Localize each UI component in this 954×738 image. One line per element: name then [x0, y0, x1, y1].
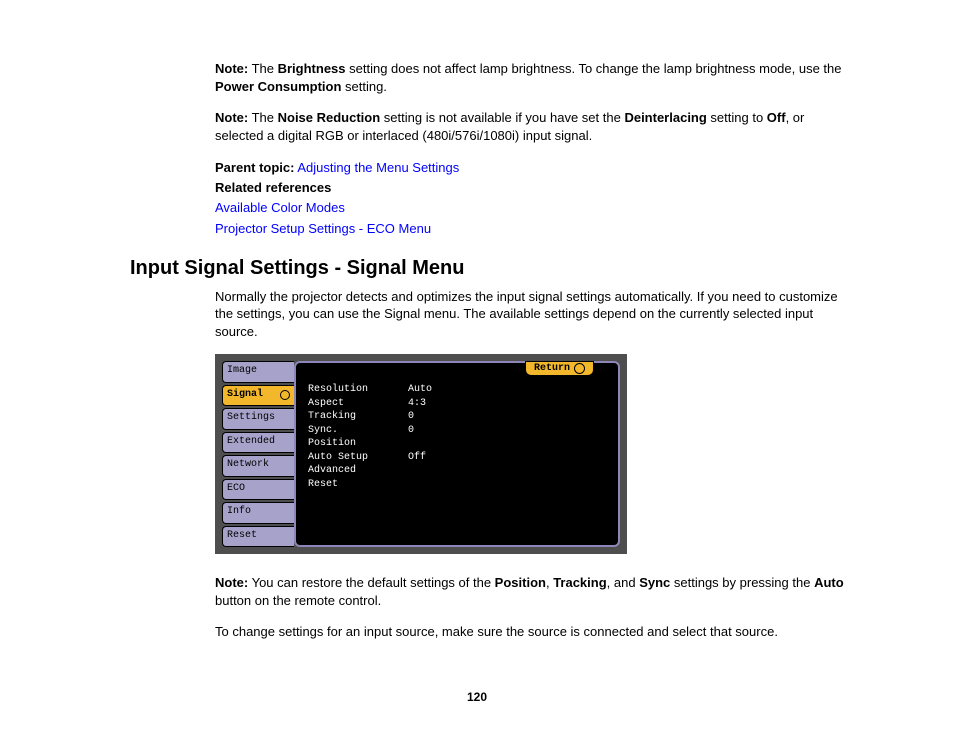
osd-tab-reset[interactable]: Reset	[222, 526, 294, 548]
note-label: Note:	[215, 110, 248, 125]
osd-tab-list: Image Signal Settings Extended Network E…	[222, 361, 294, 547]
osd-tab-info[interactable]: Info	[222, 502, 294, 524]
parent-topic-label: Parent topic:	[215, 160, 294, 175]
body-text-top: Note: The Brightness setting does not af…	[215, 60, 844, 239]
note-label: Note:	[215, 575, 248, 590]
related-link-color-modes[interactable]: Available Color Modes	[215, 200, 345, 215]
osd-return-button[interactable]: Return	[525, 361, 594, 376]
related-link-eco-menu[interactable]: Projector Setup Settings - ECO Menu	[215, 221, 431, 236]
osd-row-reset[interactable]: Reset	[308, 478, 606, 492]
osd-row-auto-setup[interactable]: Auto SetupOff	[308, 451, 606, 465]
parent-topic-block: Parent topic: Adjusting the Menu Setting…	[215, 158, 844, 239]
osd-tab-extended[interactable]: Extended	[222, 432, 294, 454]
osd-menu-screenshot: Image Signal Settings Extended Network E…	[215, 354, 627, 554]
osd-row-position[interactable]: Position	[308, 437, 606, 451]
note-brightness: Note: The Brightness setting does not af…	[215, 60, 844, 95]
note-label: Note:	[215, 61, 248, 76]
intro-paragraph: Normally the projector detects and optim…	[215, 288, 844, 341]
osd-tab-settings[interactable]: Settings	[222, 408, 294, 430]
osd-tab-network[interactable]: Network	[222, 455, 294, 477]
osd-tab-image[interactable]: Image	[222, 361, 294, 383]
related-references-label: Related references	[215, 180, 331, 195]
osd-row-resolution[interactable]: ResolutionAuto	[308, 383, 606, 397]
section-heading: Input Signal Settings - Signal Menu	[130, 257, 844, 280]
note-noise-reduction: Note: The Noise Reduction setting is not…	[215, 109, 844, 144]
page: Note: The Brightness setting does not af…	[0, 0, 954, 738]
osd-row-sync[interactable]: Sync. 0	[308, 424, 606, 438]
osd-row-tracking[interactable]: Tracking 0	[308, 410, 606, 424]
parent-topic-link[interactable]: Adjusting the Menu Settings	[297, 160, 459, 175]
body-text-bottom: Note: You can restore the default settin…	[215, 574, 844, 641]
osd-row-advanced[interactable]: Advanced	[308, 464, 606, 478]
closing-paragraph: To change settings for an input source, …	[215, 623, 844, 641]
osd-panel: Return ResolutionAuto Aspect4:3 Tracking…	[294, 361, 620, 547]
return-icon	[574, 363, 585, 374]
osd-tab-signal[interactable]: Signal	[222, 385, 294, 407]
osd-tab-eco[interactable]: ECO	[222, 479, 294, 501]
note-auto-button: Note: You can restore the default settin…	[215, 574, 844, 609]
page-number: 120	[0, 690, 954, 704]
osd-row-aspect[interactable]: Aspect4:3	[308, 397, 606, 411]
